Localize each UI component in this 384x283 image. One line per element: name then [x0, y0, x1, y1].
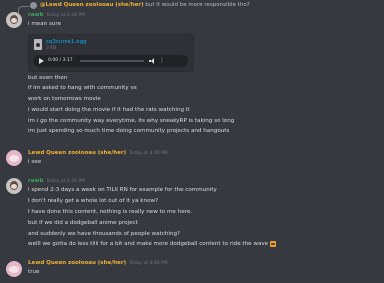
timestamp: Today at 4:40 PM — [129, 261, 168, 266]
audio-attachment: sq3curse1.ogg 3 KB 0:00 / 3:17 ⋮ — [28, 34, 194, 72]
audio-time: 0:00 / 3:17 — [48, 58, 73, 63]
avatar-rawb[interactable] — [6, 178, 22, 194]
reply-content: but it would be more responsible tho? — [145, 2, 250, 8]
volume-icon[interactable] — [149, 58, 156, 64]
message-header: Lewd Queen zoolooau (she/her) Today at 4:… — [28, 259, 168, 268]
message-line: true — [28, 269, 40, 275]
message-line: welll we gotta do less tilii for a bit a… — [28, 240, 277, 249]
file-size: 3 KB — [46, 46, 57, 51]
avatar-rawb[interactable] — [6, 12, 22, 28]
chat-messages: @Lewd Queen zoolooau (she/her) but it wo… — [0, 0, 384, 283]
message-line: work on tomorrows movie — [28, 96, 101, 102]
message-header: Lewd Queen zoolooau (she/her) Today at 4:… — [28, 149, 168, 158]
author-name[interactable]: Lewd Queen zoolooau (she/her) — [28, 260, 126, 266]
avatar-lewd-queen[interactable] — [6, 261, 22, 277]
author-name[interactable]: rawb — [28, 178, 43, 184]
message-line: and suddenly we have thousands of people… — [28, 231, 180, 237]
message-line: i spend 2-3 days a week on TILII RN for … — [28, 187, 217, 193]
message-line: if im asked to hang with community vs — [28, 85, 137, 91]
author-name[interactable]: Lewd Queen zoolooau (she/her) — [28, 150, 126, 156]
timestamp: Today at 4:39 PM — [46, 13, 85, 18]
file-name-link[interactable]: sq3curse1.ogg — [46, 39, 86, 45]
reply-reference[interactable]: @Lewd Queen zoolooau (she/her) but it wo… — [0, 0, 384, 13]
author-name[interactable]: rawb — [28, 12, 43, 18]
message-line: I have done this content, nothing is rea… — [28, 209, 193, 215]
message-line: i would start doing the movie if it had … — [28, 107, 190, 113]
message-line: im i go the community way everytime, its… — [28, 118, 235, 124]
more-options-icon[interactable]: ⋮ — [159, 56, 165, 66]
timestamp: Today at 4:40 PM — [46, 179, 85, 184]
reply-text: @Lewd Queen zoolooau (she/her) but it wo… — [40, 0, 250, 10]
reply-mention[interactable]: @Lewd Queen zoolooau (she/her) — [40, 2, 144, 8]
message-header: rawb Today at 4:40 PM — [28, 177, 85, 186]
message-text: welll we gotta do less tilii for a bit a… — [28, 241, 269, 247]
message-line: I don't really get a whole lot out of it… — [28, 198, 159, 204]
message-header: rawb Today at 4:39 PM — [28, 11, 85, 20]
play-icon[interactable] — [39, 58, 44, 64]
reply-avatar — [30, 2, 37, 9]
emoji-icon — [270, 240, 277, 247]
message-line: but if we did a dodgeball anime project — [28, 220, 138, 226]
timestamp: Today at 4:40 PM — [129, 151, 168, 156]
message-line: but even then — [28, 75, 68, 81]
message-line: i see — [28, 159, 42, 165]
seek-bar[interactable] — [80, 60, 144, 62]
audio-file-icon — [34, 39, 42, 50]
audio-player: 0:00 / 3:17 ⋮ — [33, 55, 188, 67]
message-line: i mean sure — [28, 21, 62, 27]
message-line: im just spending so much time doing comm… — [28, 128, 230, 134]
avatar-lewd-queen[interactable] — [6, 150, 22, 166]
